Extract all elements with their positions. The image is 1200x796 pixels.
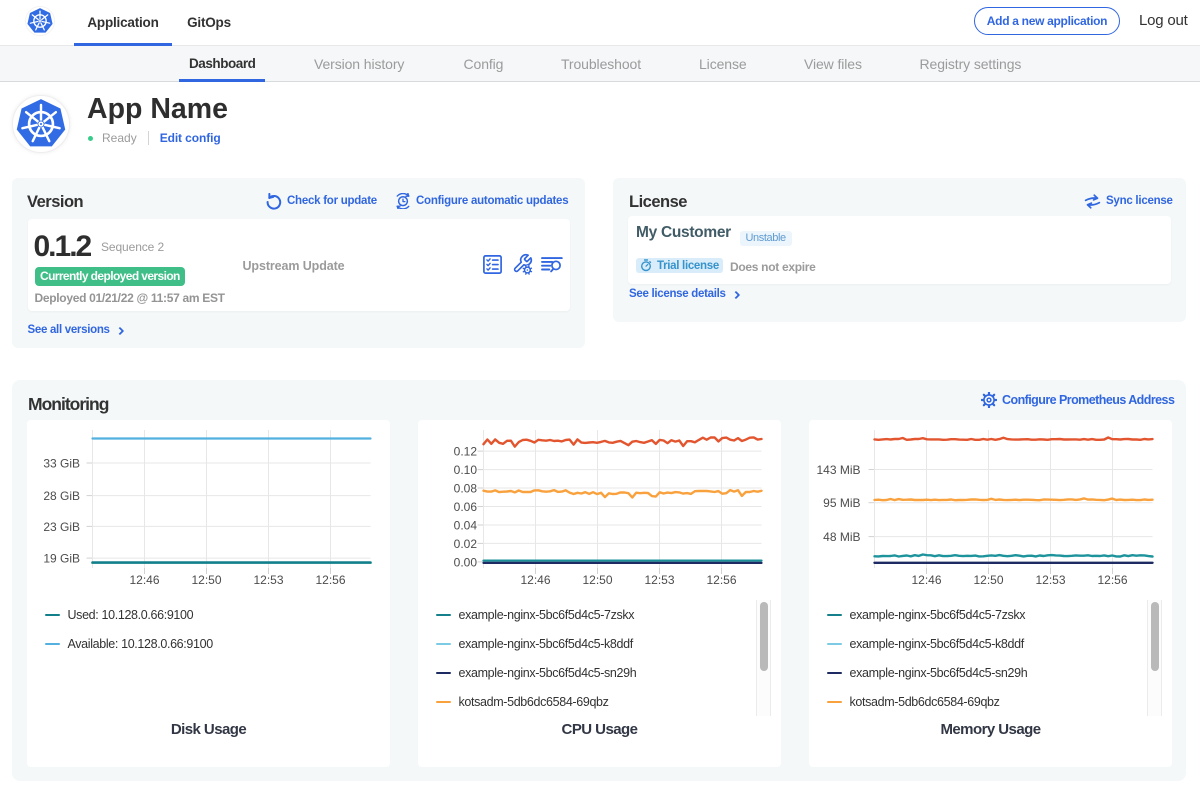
svg-text:48 MiB: 48 MiB — [823, 530, 860, 544]
svg-text:95 MiB: 95 MiB — [823, 496, 860, 510]
svg-text:0.00: 0.00 — [454, 555, 478, 569]
svg-text:23 GiB: 23 GiB — [43, 520, 80, 534]
svg-text:33 GiB: 33 GiB — [43, 457, 80, 471]
svg-text:12:46: 12:46 — [129, 573, 159, 587]
svg-text:12:53: 12:53 — [1035, 573, 1065, 587]
svg-text:12:46: 12:46 — [911, 573, 941, 587]
svg-text:28 GiB: 28 GiB — [43, 489, 80, 503]
svg-text:12:53: 12:53 — [644, 573, 674, 587]
svg-text:12:56: 12:56 — [315, 573, 345, 587]
svg-text:12:53: 12:53 — [253, 573, 283, 587]
svg-text:12:50: 12:50 — [191, 573, 221, 587]
svg-text:0.06: 0.06 — [454, 500, 478, 514]
svg-text:0.12: 0.12 — [454, 445, 478, 459]
svg-text:19 GiB: 19 GiB — [43, 552, 80, 566]
svg-text:0.08: 0.08 — [454, 482, 478, 496]
svg-text:12:50: 12:50 — [582, 573, 612, 587]
svg-text:0.02: 0.02 — [454, 537, 478, 551]
svg-text:12:50: 12:50 — [973, 573, 1003, 587]
svg-text:12:56: 12:56 — [1097, 573, 1127, 587]
svg-text:0.10: 0.10 — [454, 463, 478, 477]
svg-text:12:46: 12:46 — [520, 573, 550, 587]
svg-text:0.04: 0.04 — [454, 519, 478, 533]
svg-text:143 MiB: 143 MiB — [816, 463, 860, 477]
svg-text:12:56: 12:56 — [706, 573, 736, 587]
